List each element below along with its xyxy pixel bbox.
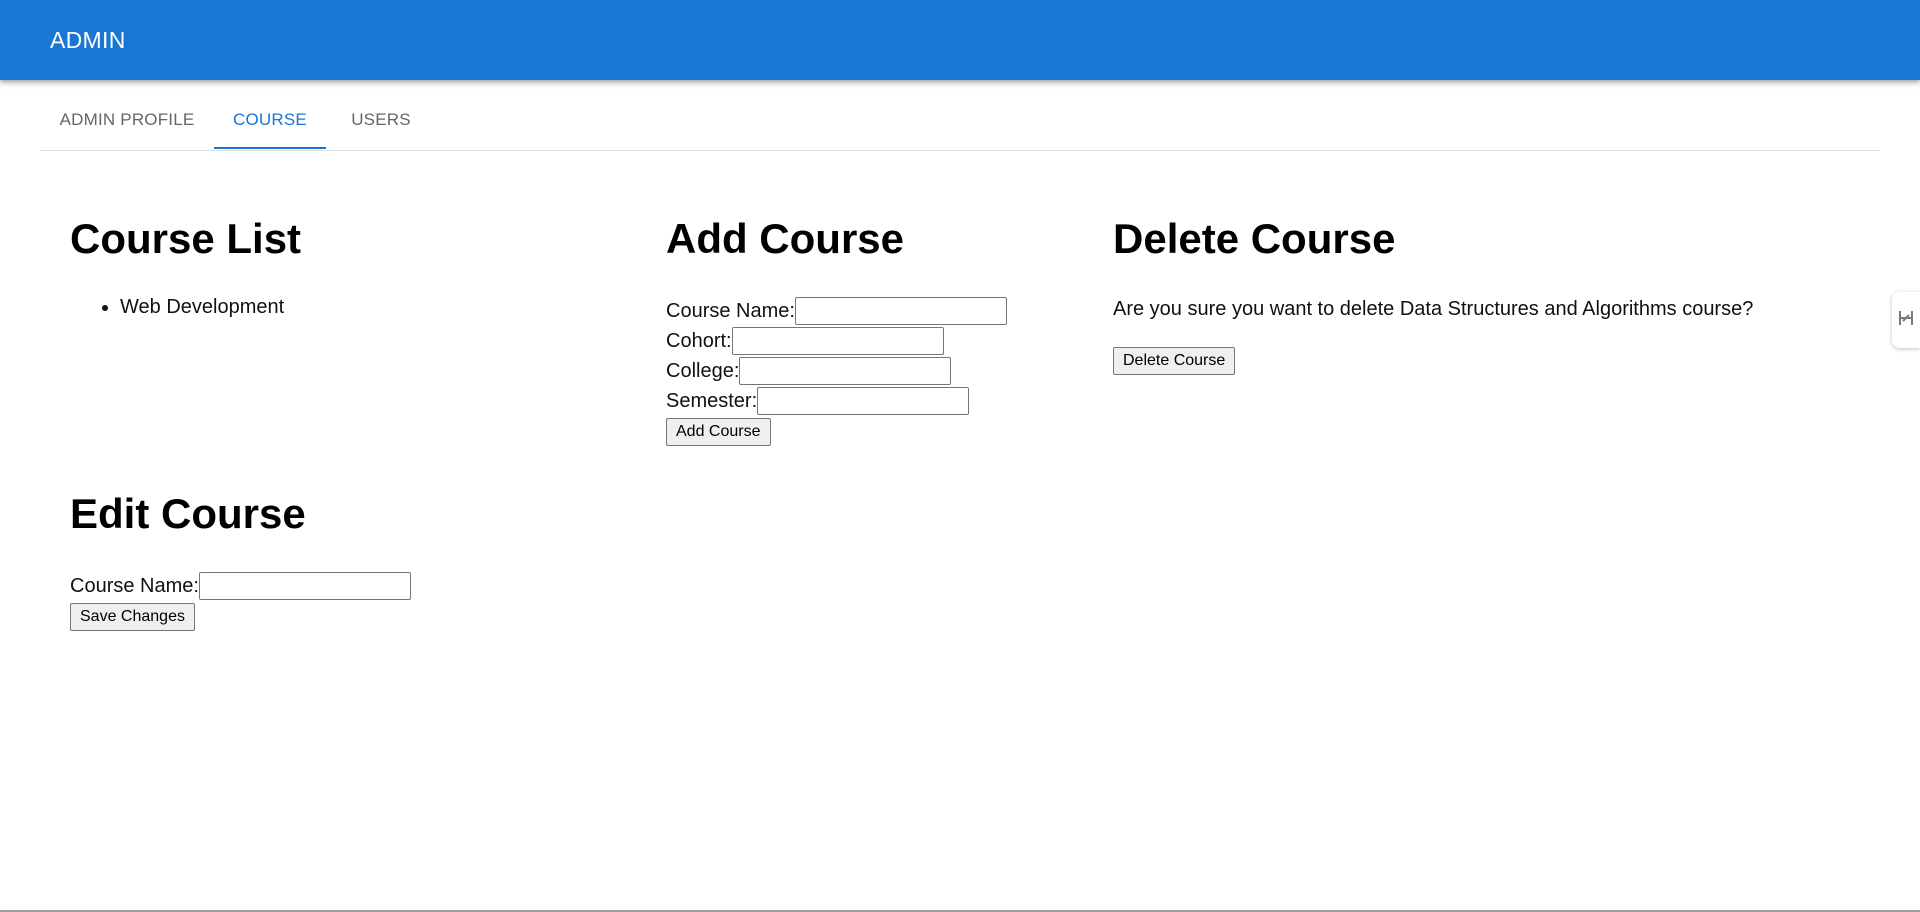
course-list: Web Development bbox=[70, 296, 284, 319]
course-list-heading: Course List bbox=[70, 215, 302, 262]
edit-course-name-input[interactable] bbox=[198, 572, 411, 600]
side-panel-handle[interactable] bbox=[1892, 292, 1920, 348]
semester-label: Semester: bbox=[666, 389, 758, 412]
course-list-item: Web Development bbox=[120, 296, 284, 319]
add-course-heading: Add Course bbox=[666, 215, 905, 262]
course-name-input[interactable] bbox=[794, 297, 1007, 325]
semester-input[interactable] bbox=[757, 387, 970, 415]
tab-admin-profile[interactable]: ADMIN PROFILE bbox=[40, 80, 214, 150]
delete-course-button[interactable]: Delete Course bbox=[1113, 347, 1236, 375]
add-course-name-row: Course Name: bbox=[666, 297, 1007, 325]
tab-course[interactable]: COURSE bbox=[214, 80, 326, 150]
cohort-label: Cohort: bbox=[666, 329, 732, 352]
college-input[interactable] bbox=[739, 357, 952, 385]
delete-course-heading: Delete Course bbox=[1113, 215, 1396, 262]
add-semester-row: Semester: bbox=[666, 387, 970, 415]
collapse-handle-icon bbox=[1897, 307, 1915, 334]
edit-course-name-label: Course Name: bbox=[70, 574, 199, 597]
save-changes-button[interactable]: Save Changes bbox=[70, 603, 195, 631]
app-bar: ADMIN bbox=[0, 0, 1920, 80]
edit-course-name-row: Course Name: bbox=[70, 572, 411, 600]
active-tab-indicator bbox=[214, 147, 326, 149]
tab-bar: ADMIN PROFILE COURSE USERS bbox=[40, 80, 1880, 151]
add-course-button[interactable]: Add Course bbox=[666, 418, 771, 446]
college-label: College: bbox=[666, 359, 740, 382]
course-name-label: Course Name: bbox=[666, 299, 795, 322]
cohort-input[interactable] bbox=[731, 327, 944, 355]
edit-course-heading: Edit Course bbox=[70, 490, 306, 537]
add-cohort-row: Cohort: bbox=[666, 327, 944, 355]
delete-confirmation-text: Are you sure you want to delete Data Str… bbox=[1113, 298, 1754, 320]
tab-users[interactable]: USERS bbox=[326, 80, 436, 150]
app-title: ADMIN bbox=[50, 27, 126, 53]
add-college-row: College: bbox=[666, 357, 952, 385]
